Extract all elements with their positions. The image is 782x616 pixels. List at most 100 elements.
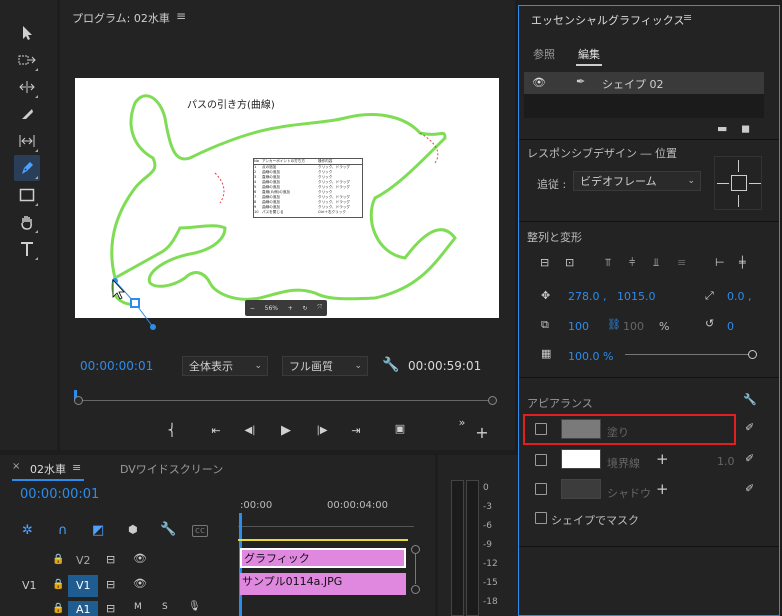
align-left-icon[interactable]: ⊢ xyxy=(715,256,725,269)
eye-icon[interactable]: 👁 xyxy=(133,577,147,590)
preview-zoom-bar[interactable]: − 56% + ↻ ⤧ xyxy=(245,300,327,316)
shadow-checkbox[interactable] xyxy=(535,483,547,495)
pen-tool-icon[interactable] xyxy=(14,155,40,181)
clip-graphic[interactable]: グラフィック xyxy=(240,548,406,568)
marker-icon[interactable]: ⬢ xyxy=(128,523,138,536)
opacity-slider-thumb[interactable] xyxy=(748,350,757,359)
slip-tool-icon[interactable] xyxy=(14,128,40,154)
fill-color-swatch[interactable] xyxy=(561,419,601,439)
align-center-icon[interactable]: ╪ xyxy=(739,256,746,269)
zoom-out-icon[interactable]: − xyxy=(250,305,255,312)
clip-image[interactable]: サンプル0114a.JPG xyxy=(240,573,406,595)
add-shadow-icon[interactable]: + xyxy=(656,480,669,498)
track-target-v1[interactable]: V1 xyxy=(68,575,98,597)
captions-icon[interactable]: cc xyxy=(192,525,208,537)
layer-item[interactable]: 👁 ✒ シェイプ 02 xyxy=(524,72,764,94)
timeline-tab-active[interactable]: 02水車 xyxy=(30,461,66,477)
type-tool-icon[interactable] xyxy=(14,236,40,262)
stroke-color-swatch[interactable] xyxy=(561,449,601,469)
scale-value[interactable]: 100 xyxy=(568,320,589,333)
timeline-tab-other[interactable]: DVワイドスクリーン xyxy=(120,461,223,477)
program-monitor-title[interactable]: プログラム: 02水車 xyxy=(72,10,170,26)
hand-tool-icon[interactable] xyxy=(14,209,40,235)
layer-options-icon[interactable]: ◼ xyxy=(741,122,750,135)
wrench-icon[interactable]: 🔧 xyxy=(382,357,399,373)
wrench-icon[interactable]: 🔧 xyxy=(743,393,757,406)
opacity-slider-track[interactable] xyxy=(625,354,753,355)
follow-select[interactable]: ビデオフレーム ⌄ xyxy=(573,171,701,191)
position-y-value[interactable]: 1015.0 xyxy=(617,290,656,303)
program-current-timecode[interactable]: 00:00:00:01 xyxy=(80,359,153,373)
lock-icon[interactable]: 🔒 xyxy=(52,579,64,590)
mark-in-icon[interactable]: ⎨ xyxy=(164,422,180,438)
play-icon[interactable]: ▶ xyxy=(278,422,294,438)
playback-quality-select[interactable]: フル画質 ⌄ xyxy=(282,356,368,376)
tab-edit[interactable]: 編集 xyxy=(578,46,600,62)
pin-to-widget[interactable] xyxy=(714,156,762,210)
close-tab-icon[interactable]: × xyxy=(12,461,20,472)
more-controls-icon[interactable]: » xyxy=(456,416,468,429)
zoom-in-icon[interactable]: + xyxy=(288,305,293,312)
hamburger-icon[interactable]: ≡ xyxy=(72,461,81,474)
distribute-vertical-icon[interactable]: ≡ xyxy=(677,256,686,269)
add-button-icon[interactable]: + xyxy=(474,423,490,442)
stroke-eyedropper-icon[interactable]: ✐ xyxy=(745,452,754,465)
go-to-in-icon[interactable]: ⇤ xyxy=(208,422,224,438)
scrubber-start-handle[interactable] xyxy=(74,396,83,405)
align-horizontal-center-frame-icon[interactable]: ⊡ xyxy=(565,256,574,269)
tab-browse[interactable]: 参照 xyxy=(533,46,555,62)
link-icon[interactable]: ⛓ xyxy=(607,318,621,331)
align-bottom-icon[interactable]: ⫫ xyxy=(653,256,659,270)
shadow-color-swatch[interactable] xyxy=(561,479,601,499)
rectangle-tool-icon[interactable] xyxy=(14,182,40,208)
add-stroke-icon[interactable]: + xyxy=(656,450,669,468)
magnet-icon[interactable]: ∩ xyxy=(58,523,68,538)
shadow-eyedropper-icon[interactable]: ✐ xyxy=(745,482,754,495)
fit-icon[interactable]: ⤧ xyxy=(317,304,322,312)
rotation-value[interactable]: 0 xyxy=(727,320,734,333)
settings-wrench-icon[interactable]: 🔧 xyxy=(160,522,176,537)
film-icon[interactable]: ⊟ xyxy=(106,553,115,566)
export-frame-icon[interactable]: ▣ xyxy=(390,420,410,436)
essential-graphics-title[interactable]: エッセンシャルグラフィックス xyxy=(531,12,684,28)
track-target-a1[interactable]: A1 xyxy=(68,601,98,616)
snap-icon[interactable]: ✲ xyxy=(22,523,33,538)
voiceover-icon[interactable]: 🎙 xyxy=(188,601,201,612)
timeline-timecode[interactable]: 00:00:00:01 xyxy=(20,487,99,502)
timeline-ruler[interactable] xyxy=(238,513,414,527)
linked-selection-icon[interactable]: ◩ xyxy=(92,523,104,538)
reset-icon[interactable]: ↻ xyxy=(303,305,308,312)
opacity-value[interactable]: 100.0 % xyxy=(568,350,613,363)
hamburger-icon[interactable]: ≡ xyxy=(683,11,692,24)
stroke-checkbox[interactable] xyxy=(535,454,547,466)
new-layer-icon[interactable]: ▬ xyxy=(717,122,727,135)
mask-checkbox[interactable] xyxy=(535,512,547,524)
lock-icon[interactable]: 🔒 xyxy=(52,603,64,614)
position-x-value[interactable]: 278.0 , xyxy=(568,290,606,303)
fill-eyedropper-icon[interactable]: ✐ xyxy=(745,421,754,434)
film-icon[interactable]: ⊟ xyxy=(106,578,115,591)
track-target-v2[interactable]: V2 xyxy=(76,554,91,567)
anchor-value[interactable]: 0.0 , xyxy=(727,290,752,303)
solo-icon[interactable]: S xyxy=(162,602,168,612)
vertical-scrollbar[interactable] xyxy=(410,545,420,616)
track-source-v1[interactable]: V1 xyxy=(22,579,37,592)
hamburger-icon[interactable]: ≡ xyxy=(176,9,186,23)
align-middle-icon[interactable]: ⫩ xyxy=(629,256,635,270)
step-forward-icon[interactable]: |▶ xyxy=(314,422,330,438)
fill-checkbox[interactable] xyxy=(535,423,547,435)
track-select-tool-icon[interactable] xyxy=(14,47,40,73)
eye-icon[interactable]: 👁 xyxy=(133,552,147,565)
eye-icon[interactable]: 👁 xyxy=(532,76,546,89)
mute-icon[interactable]: M xyxy=(134,602,142,612)
work-area-bar[interactable] xyxy=(238,539,408,541)
razor-tool-icon[interactable] xyxy=(14,101,40,127)
lock-icon[interactable]: 🔒 xyxy=(52,554,64,565)
step-back-icon[interactable]: ◀| xyxy=(242,422,258,438)
film-icon[interactable]: ⊟ xyxy=(106,602,115,615)
program-scrubber[interactable] xyxy=(74,386,498,416)
selection-tool-icon[interactable] xyxy=(14,20,40,46)
zoom-level-select[interactable]: 全体表示 ⌄ xyxy=(182,356,268,376)
ripple-edit-tool-icon[interactable] xyxy=(14,74,40,100)
scrubber-end-handle[interactable] xyxy=(488,396,497,405)
